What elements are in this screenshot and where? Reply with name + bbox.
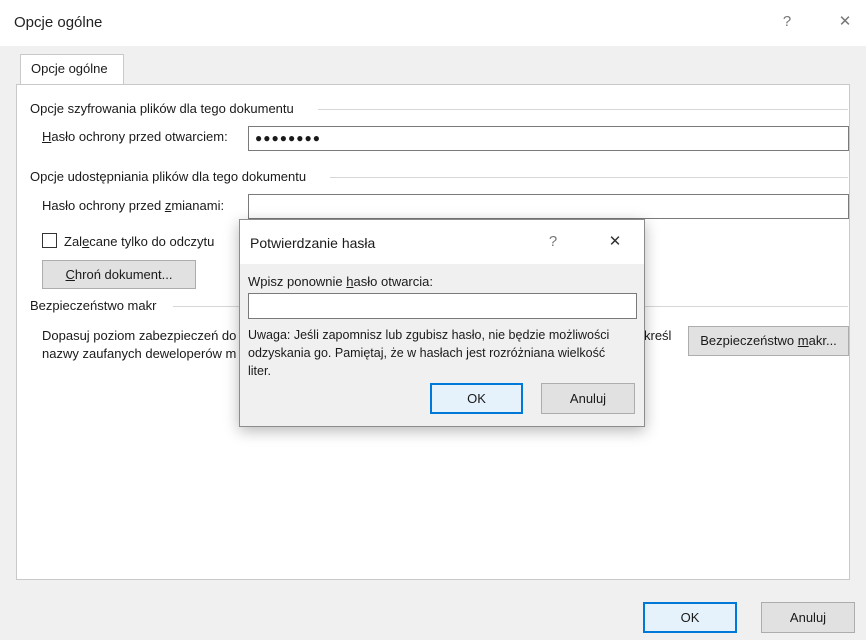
ok-button[interactable]: OK	[643, 602, 737, 633]
dialog-cancel-button[interactable]: Anuluj	[541, 383, 635, 414]
window-title: Opcje ogólne	[14, 14, 103, 31]
open-password-field[interactable]: ●●●●●●●●	[248, 126, 849, 151]
dialog-title-bar: Potwierdzanie hasła ? ✕	[240, 220, 644, 264]
tab-label: Opcje ogólne	[31, 61, 108, 76]
readonly-checkbox[interactable]	[42, 233, 57, 248]
cancel-button[interactable]: Anuluj	[761, 602, 855, 633]
warning-note-line2: odzyskania go. Pamiętaj, że w hasłach je…	[248, 346, 606, 360]
dialog-ok-button[interactable]: OK	[430, 383, 523, 414]
dialog-title: Potwierdzanie hasła	[250, 235, 376, 251]
macro-description-line1: Dopasuj poziom zabezpieczeń do	[42, 328, 237, 343]
readonly-label: Zalecane tylko do odczytu	[64, 234, 215, 249]
confirm-password-dialog: Potwierdzanie hasła ? ✕ Wpisz ponownie h…	[239, 219, 645, 427]
sharing-group-label: Opcje udostępniania plików dla tego doku…	[30, 169, 307, 184]
encryption-group-label: Opcje szyfrowania plików dla tego dokume…	[30, 101, 294, 116]
macro-security-button[interactable]: Bezpieczeństwo makr...	[688, 326, 849, 356]
help-icon[interactable]: ?	[772, 8, 802, 36]
title-bar: Opcje ogólne ? ✕	[0, 0, 866, 46]
close-icon[interactable]: ✕	[830, 8, 860, 36]
close-icon[interactable]: ✕	[600, 228, 630, 256]
modify-password-field[interactable]	[248, 194, 849, 219]
warning-note-line3: liter.	[248, 364, 271, 378]
warning-note-line1: Uwaga: Jeśli zapomnisz lub zgubisz hasło…	[248, 328, 610, 342]
macro-description-suffix: kreśl	[644, 328, 672, 343]
help-icon[interactable]: ?	[538, 228, 568, 256]
reenter-password-field[interactable]	[248, 293, 637, 319]
group-divider	[330, 177, 848, 178]
macro-description-line2: nazwy zaufanych deweloperów m	[42, 346, 237, 361]
open-password-label: Hasło ochrony przed otwarciem:	[42, 129, 228, 144]
modify-password-label: Hasło ochrony przed zmianami:	[42, 198, 225, 213]
protect-document-button[interactable]: Chroń dokument...	[42, 260, 196, 289]
macro-group-label: Bezpieczeństwo makr	[30, 298, 157, 313]
group-divider	[318, 109, 848, 110]
tab-general-options[interactable]: Opcje ogólne	[20, 54, 124, 84]
reenter-password-label: Wpisz ponownie hasło otwarcia:	[248, 274, 433, 289]
